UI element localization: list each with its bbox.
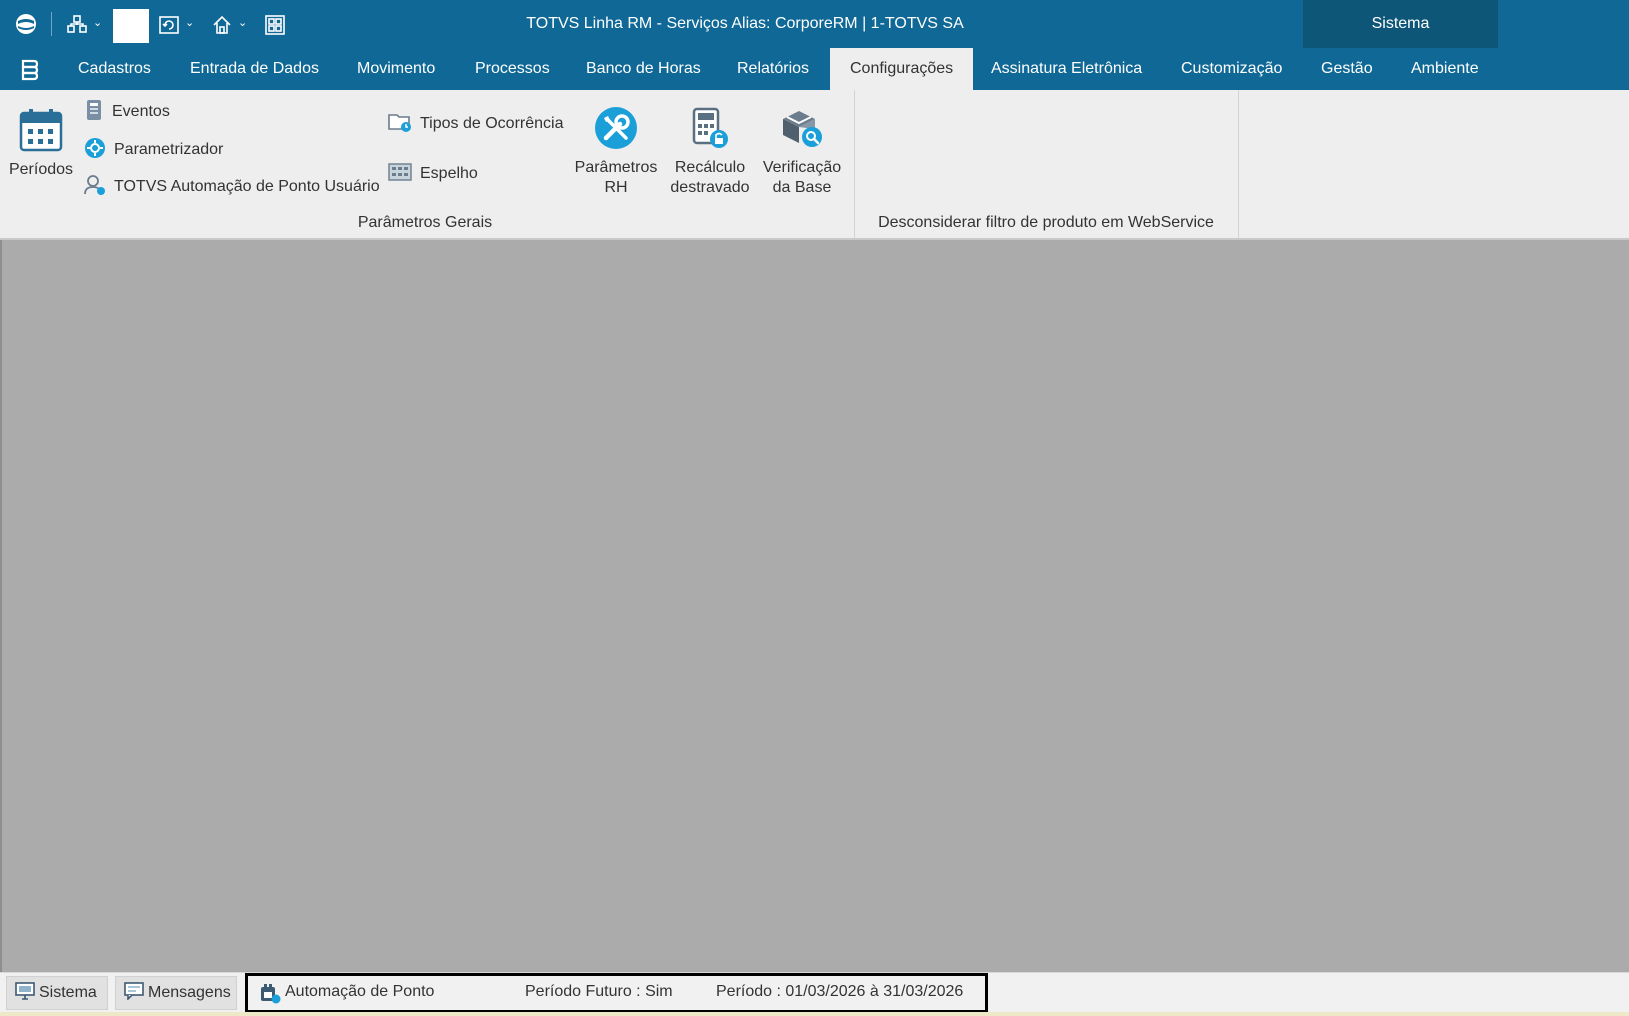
group-label-parametros-gerais: Parâmetros Gerais [357, 214, 493, 231]
bottom-strip [0, 1012, 1629, 1016]
events-icon [84, 99, 104, 126]
espelho-label: Espelho [420, 165, 478, 182]
window-title: TOTVS Linha RM - Serviços Alias: Corpore… [526, 15, 964, 32]
message-icon [124, 981, 144, 1005]
periodo-futuro-label: Período Futuro : Sim [525, 983, 673, 1000]
tipos-de-ocorrencia-label: Tipos de Ocorrência [420, 115, 564, 132]
app-menu-icon[interactable] [16, 56, 42, 82]
menu-processos[interactable]: Processos [475, 48, 550, 90]
parametrizador-label: Parametrizador [114, 141, 224, 158]
mirror-icon [388, 162, 412, 187]
group-label-desconsiderar-filtro[interactable]: Desconsiderar filtro de produto em WebSe… [862, 214, 1230, 236]
automacao-ponto-usuario-button[interactable]: TOTVS Automação de Ponto Usuário [84, 173, 380, 201]
recalculo-label-1: Recálculo [674, 159, 746, 176]
mensagens-status-label: Mensagens [148, 984, 231, 1001]
menu-customizacao[interactable]: Customização [1181, 48, 1282, 90]
verificacao-label-1: Verificação [762, 159, 842, 176]
occurrence-folder-icon [388, 111, 412, 138]
periodos-label: Períodos [8, 161, 74, 178]
parametros-rh-label-2: RH [604, 179, 628, 196]
system-panel-label: Sistema [1371, 15, 1430, 32]
verificacao-da-base-button[interactable]: Verificação da Base [756, 98, 848, 198]
ribbon-group-separator [854, 90, 855, 238]
ribbon-group-separator [1238, 90, 1239, 238]
periodos-button[interactable]: Períodos [6, 100, 76, 180]
menu-ambiente[interactable]: Ambiente [1411, 48, 1479, 90]
periodo-label: Período : 01/03/2026 à 31/03/2026 [716, 983, 964, 1000]
menu-assinatura-eletronica[interactable]: Assinatura Eletrônica [991, 48, 1142, 90]
recalculo-label-2: destravado [670, 179, 750, 196]
monitor-icon [15, 981, 35, 1005]
database-search-icon [779, 98, 825, 158]
menu-configuracoes[interactable]: Configurações [830, 48, 973, 90]
automacao-ponto-icon [259, 982, 281, 1008]
sistema-status-button[interactable]: Sistema [6, 976, 108, 1010]
mensagens-status-button[interactable]: Mensagens [115, 976, 237, 1010]
parametros-rh-label-1: Parâmetros [574, 159, 658, 176]
calculator-icon [690, 98, 730, 158]
automacao-ponto-usuario-label: TOTVS Automação de Ponto Usuário [114, 178, 380, 195]
eventos-button[interactable]: Eventos [84, 98, 170, 126]
parametrizador-button[interactable]: Parametrizador [84, 136, 223, 164]
parametros-rh-button[interactable]: Parâmetros RH [570, 98, 662, 198]
menu-movimento[interactable]: Movimento [357, 48, 435, 90]
calendar-icon [18, 100, 64, 160]
user-settings-icon [84, 174, 106, 201]
menu-relatorios[interactable]: Relatórios [737, 48, 809, 90]
sistema-status-label: Sistema [39, 984, 97, 1001]
menu-entrada-de-dados[interactable]: Entrada de Dados [190, 48, 319, 90]
eventos-label: Eventos [112, 103, 170, 120]
espelho-button[interactable]: Espelho [388, 160, 478, 188]
menu-gestao[interactable]: Gestão [1321, 48, 1373, 90]
settings-icon [84, 137, 106, 164]
module-label: Automação de Ponto [285, 983, 435, 1000]
menu-cadastros[interactable]: Cadastros [78, 48, 151, 90]
verificacao-label-2: da Base [772, 179, 832, 196]
tools-icon [593, 98, 639, 158]
workspace-area [0, 240, 1629, 972]
tipos-de-ocorrencia-button[interactable]: Tipos de Ocorrência [388, 110, 563, 138]
menu-banco-de-horas[interactable]: Banco de Horas [586, 48, 701, 90]
recalculo-destravado-button[interactable]: Recálculo destravado [664, 98, 756, 198]
